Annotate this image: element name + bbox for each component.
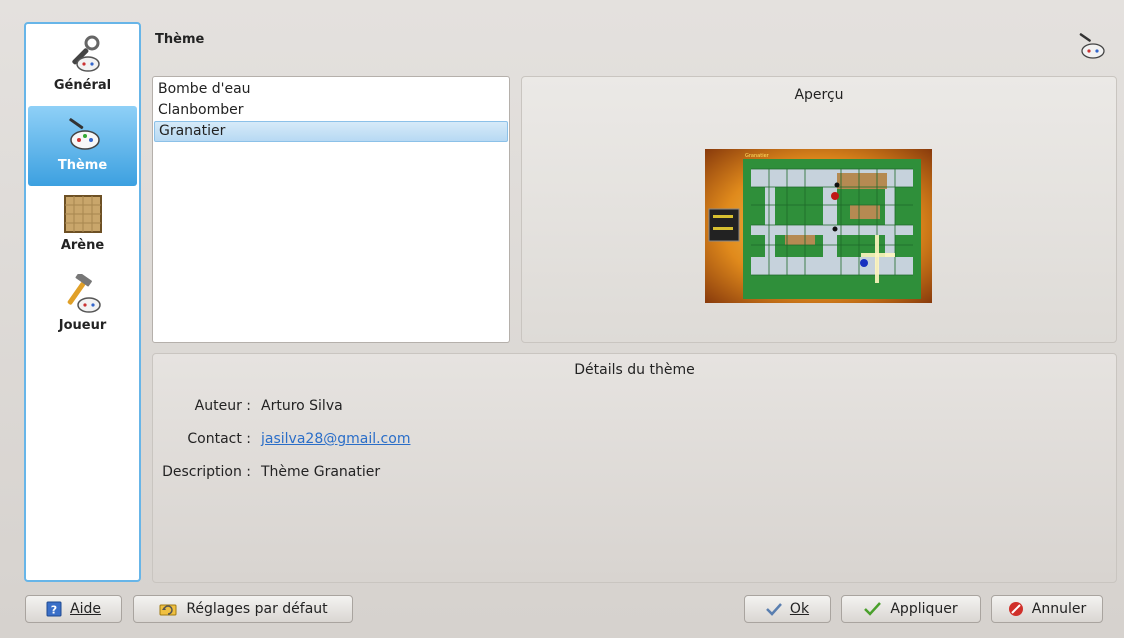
hammer-gamepad-icon <box>63 272 103 316</box>
svg-text:?: ? <box>51 604 57 617</box>
contact-email-link[interactable]: jasilva28@gmail.com <box>261 431 410 447</box>
restore-defaults-icon <box>158 601 178 617</box>
author-row: Auteur : Arturo Silva <box>153 398 343 414</box>
brush-gamepad-icon <box>1075 30 1107 62</box>
description-value: Thème Granatier <box>261 464 381 480</box>
theme-list-item[interactable]: Clanbomber <box>154 100 508 121</box>
apply-button[interactable]: Appliquer <box>841 595 981 623</box>
wrench-gamepad-icon <box>63 32 103 76</box>
description-label: Description : <box>162 464 251 480</box>
restore-defaults-label: Réglages par défaut <box>186 601 328 617</box>
cancel-icon <box>1008 601 1024 617</box>
sidebar-item-label: Joueur <box>58 318 107 333</box>
ok-button-label: Ok <box>789 601 810 617</box>
ok-button[interactable]: Ok <box>744 595 831 623</box>
details-title: Détails du thème <box>574 362 695 378</box>
category-sidebar: Général Thème Arène Joueur <box>24 22 141 582</box>
page-title: Thème <box>155 32 205 47</box>
preview-panel: Aperçu Granatier <box>521 76 1117 343</box>
contact-label: Contact : <box>187 431 251 447</box>
sidebar-item-label: Thème <box>57 158 108 173</box>
check-icon <box>864 602 882 616</box>
arena-tile-icon <box>63 192 103 236</box>
preview-image-title: Granatier <box>745 153 770 159</box>
cancel-button-label: Annuler <box>1031 601 1087 617</box>
sidebar-item-player[interactable]: Joueur <box>28 266 137 346</box>
theme-preview-image: Granatier <box>705 149 932 303</box>
help-button[interactable]: ? Aide <box>25 595 122 623</box>
sidebar-item-theme[interactable]: Thème <box>28 106 137 186</box>
help-button-label: Aide <box>70 601 101 617</box>
help-icon: ? <box>46 601 62 617</box>
description-row: Description : Thème Granatier <box>153 464 380 480</box>
author-value: Arturo Silva <box>261 398 343 414</box>
theme-list-item-selected[interactable]: Granatier <box>154 121 508 142</box>
sidebar-item-label: Général <box>53 78 112 93</box>
theme-list[interactable]: Bombe d'eau Clanbomber Granatier <box>152 76 510 343</box>
apply-button-label: Appliquer <box>890 601 958 617</box>
restore-defaults-button[interactable]: Réglages par défaut <box>133 595 353 623</box>
brush-gamepad-icon <box>63 112 103 156</box>
check-icon <box>766 602 782 616</box>
preview-title: Aperçu <box>794 87 844 103</box>
theme-details-panel: Détails du thème Auteur : Arturo Silva C… <box>152 353 1117 583</box>
author-label: Auteur : <box>194 398 251 414</box>
sidebar-item-arena[interactable]: Arène <box>28 186 137 266</box>
cancel-button[interactable]: Annuler <box>991 595 1103 623</box>
sidebar-item-label: Arène <box>60 238 105 253</box>
contact-row: Contact : jasilva28@gmail.com <box>153 431 410 447</box>
sidebar-item-general[interactable]: Général <box>28 26 137 106</box>
theme-list-item[interactable]: Bombe d'eau <box>154 79 508 100</box>
